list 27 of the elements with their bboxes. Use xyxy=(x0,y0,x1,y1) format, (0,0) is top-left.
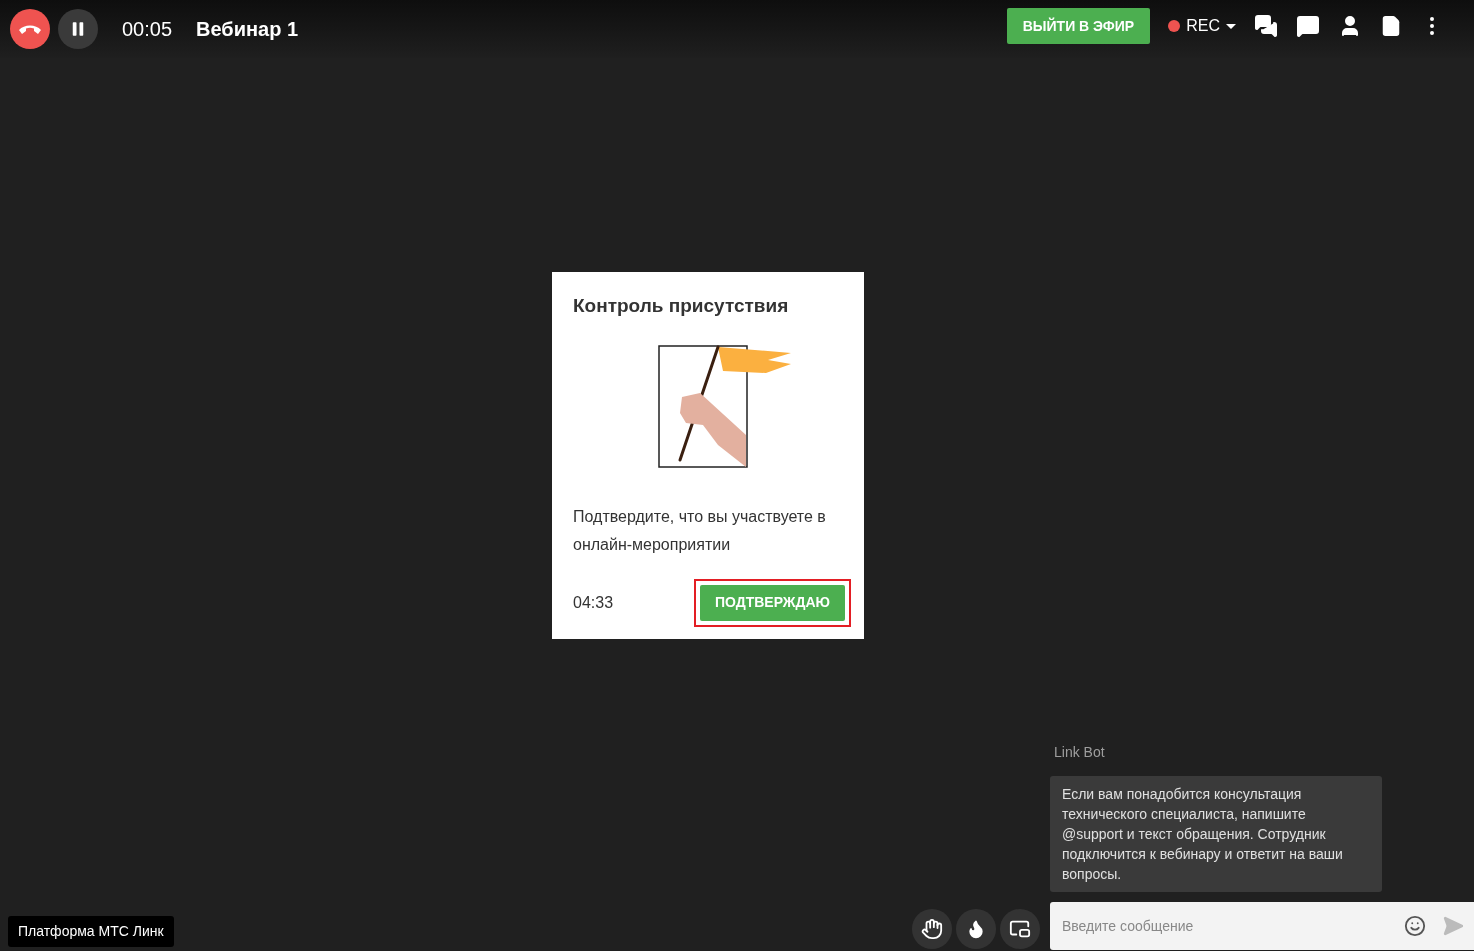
hang-up-button[interactable] xyxy=(10,9,50,49)
raise-hand-button[interactable] xyxy=(912,909,952,949)
picture-in-picture-icon xyxy=(1009,918,1031,940)
hand-icon xyxy=(921,918,943,940)
pause-button[interactable] xyxy=(58,9,98,49)
dialog-title: Контроль присутствия xyxy=(573,294,790,318)
caret-icon xyxy=(1226,23,1236,29)
countdown: 04:33 xyxy=(573,592,614,613)
chat-message: Если вам понадобится консультация технического специалиста, напишите @support и текст обращения. Сотрудник подключится к вебинару и ответит на ваши вопросы. xyxy=(1050,776,1382,892)
hang-up-icon xyxy=(19,24,41,34)
sender-name: Link Bot xyxy=(1054,743,1105,762)
picture-in-picture-button[interactable] xyxy=(1000,909,1040,949)
timer: 00:05 xyxy=(122,17,173,42)
platform-badge: Платформа МТС Линк xyxy=(8,916,174,947)
file-icon[interactable] xyxy=(1380,14,1402,38)
webinar-title: Вебинар 1 xyxy=(196,17,299,42)
chat-icon[interactable] xyxy=(1254,14,1278,38)
confirm-button[interactable]: ПОДТВЕРЖДАЮ xyxy=(699,584,845,621)
message-field[interactable]: Введите сообщение xyxy=(1062,915,1404,937)
message-bar[interactable]: Введите сообщение xyxy=(1050,902,1474,950)
rec-button[interactable]: REC xyxy=(1168,14,1236,38)
go-live-button[interactable]: ВЫЙТИ В ЭФИР xyxy=(1006,8,1151,44)
reaction-button[interactable] xyxy=(956,909,996,949)
dialog-message: Подтвердите, что вы участвуете в онлайн-мероприятии xyxy=(573,506,827,555)
flame-icon xyxy=(966,919,986,939)
question-icon[interactable] xyxy=(1296,14,1320,38)
emoji-icon[interactable] xyxy=(1404,915,1426,937)
